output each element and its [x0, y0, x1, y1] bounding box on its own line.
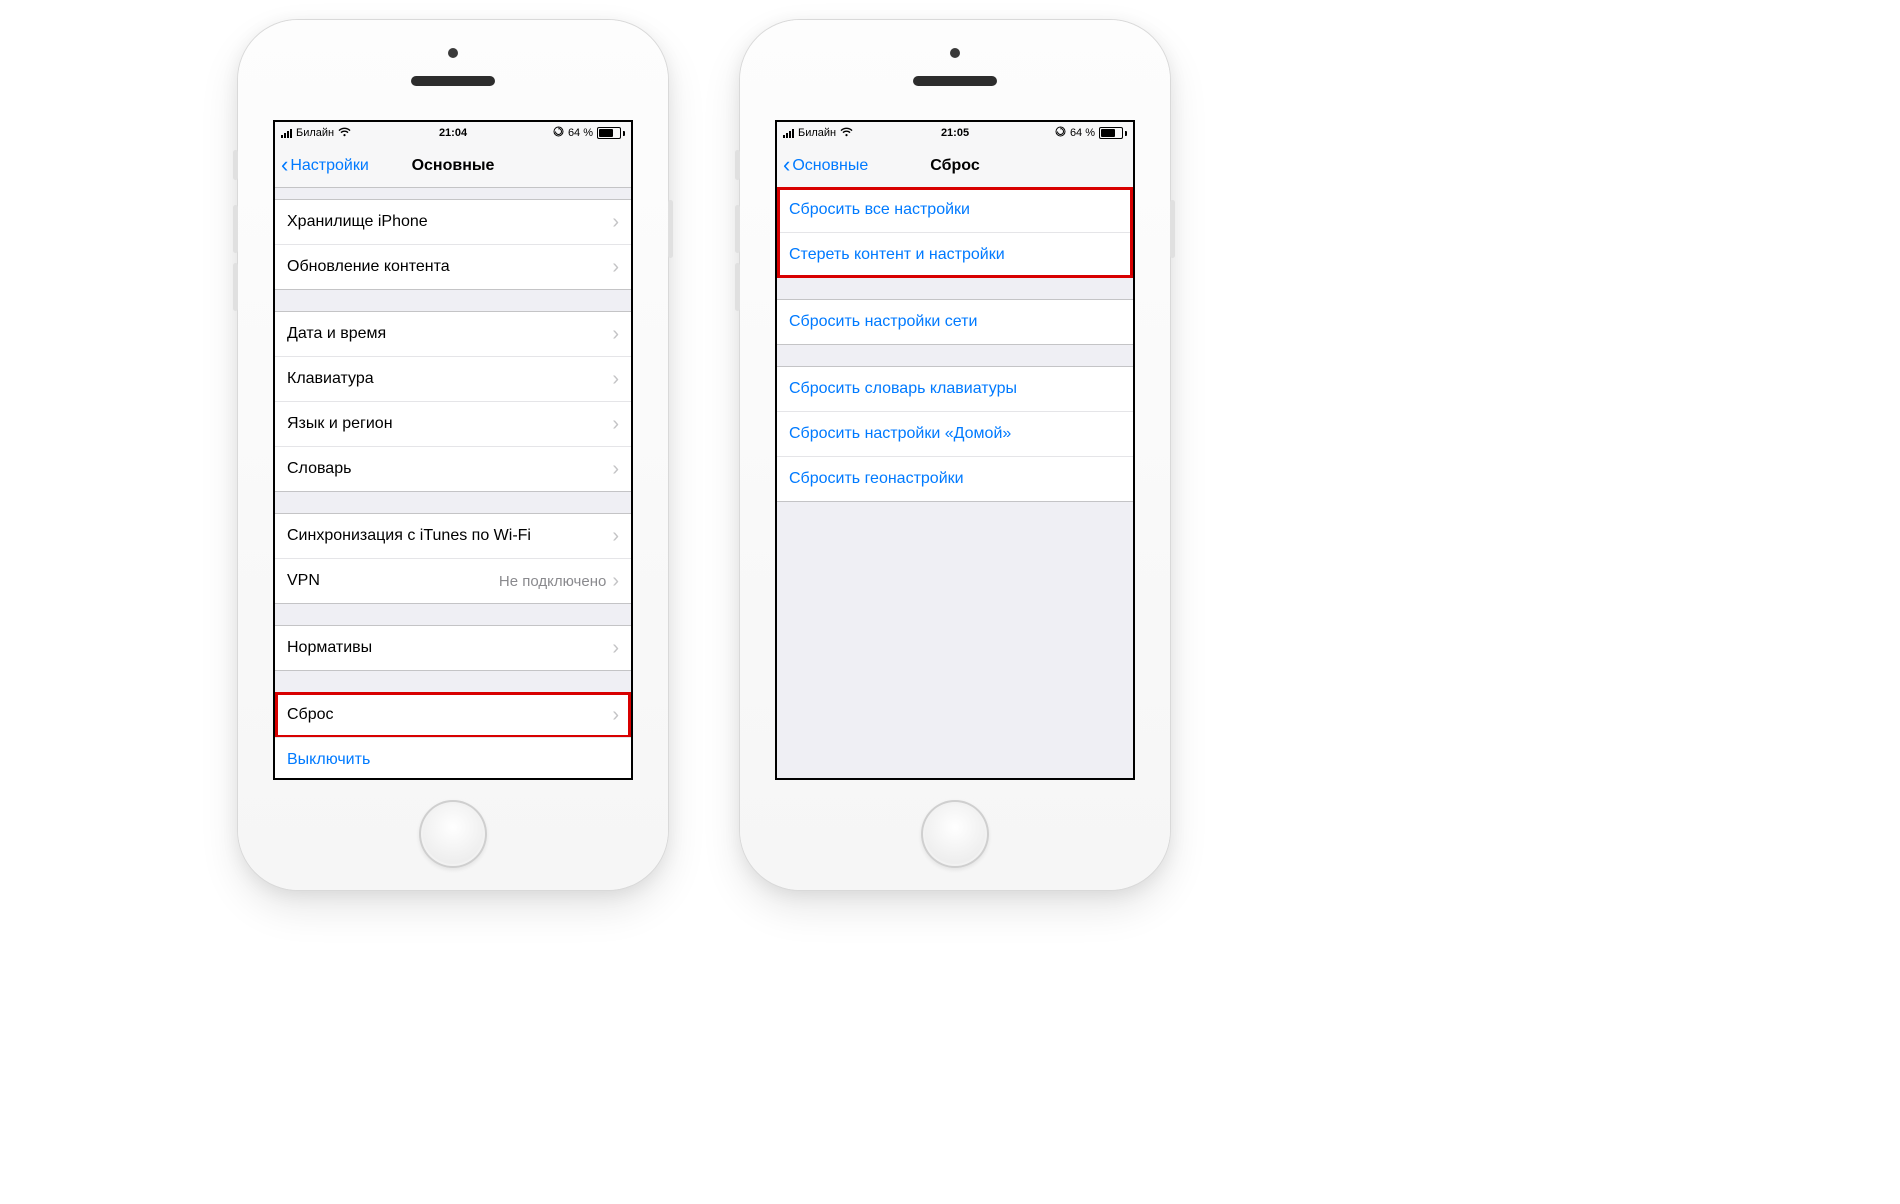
settings-row-label: Клавиатура: [287, 370, 612, 388]
chevron-right-icon: ›: [612, 526, 619, 546]
navbar-reset: ‹ Основные Сброс: [777, 144, 1133, 188]
battery-icon: [597, 127, 625, 139]
settings-row-клавиатура[interactable]: Клавиатура›: [275, 356, 631, 402]
status-bar: Билайн 21:04 64 %: [275, 122, 631, 144]
volume-up-button[interactable]: [233, 205, 238, 253]
status-bar: Билайн 21:05 64 %: [777, 122, 1133, 144]
settings-row-label: Сброс: [287, 706, 612, 724]
settings-row-выключить[interactable]: Выключить: [275, 737, 631, 780]
wifi-icon: [840, 127, 853, 140]
settings-group: Сбросить все настройки Стереть контент и …: [777, 187, 1133, 278]
screen-reset: Билайн 21:05 64 %: [775, 120, 1135, 780]
settings-group: Сброс› Выключить: [275, 692, 631, 780]
battery-icon: [1099, 127, 1127, 139]
chevron-right-icon: ›: [612, 257, 619, 277]
front-camera: [448, 48, 458, 58]
settings-row-label: Хранилище iPhone: [287, 213, 612, 231]
signal-icon: [281, 128, 292, 138]
settings-group: Нормативы›: [275, 625, 631, 671]
settings-row-label: Нормативы: [287, 639, 612, 657]
settings-row-label: Язык и регион: [287, 415, 612, 433]
volume-up-button[interactable]: [735, 205, 740, 253]
battery-percent: 64 %: [1070, 127, 1095, 139]
back-label: Основные: [792, 157, 868, 175]
back-button[interactable]: ‹ Настройки: [275, 156, 369, 176]
battery-percent: 64 %: [568, 127, 593, 139]
settings-row-сбросить-настройки-домой[interactable]: Сбросить настройки «Домой»: [777, 411, 1133, 457]
settings-group: Хранилище iPhone›Обновление контента›: [275, 199, 631, 290]
chevron-left-icon: ‹: [281, 154, 288, 176]
chevron-left-icon: ‹: [783, 154, 790, 176]
rotation-lock-icon: [553, 126, 564, 140]
phone-frame-right: Билайн 21:05 64 %: [740, 20, 1170, 890]
power-button[interactable]: [668, 200, 673, 258]
settings-row-label: Сбросить все настройки: [789, 201, 1121, 219]
settings-row-label: Сбросить словарь клавиатуры: [789, 380, 1121, 398]
settings-row-label: Обновление контента: [287, 258, 612, 276]
settings-row-сброс[interactable]: Сброс›: [275, 692, 631, 738]
settings-row-label: Выключить: [287, 751, 619, 769]
settings-row-label: Сбросить настройки сети: [789, 313, 1121, 331]
back-label: Настройки: [290, 157, 368, 175]
settings-row-сбросить-словарь-клавиатуры[interactable]: Сбросить словарь клавиатуры: [777, 366, 1133, 412]
wifi-icon: [338, 127, 351, 140]
settings-group: Дата и время›Клавиатура›Язык и регион›Сл…: [275, 311, 631, 492]
settings-row-сбросить-геонастройки[interactable]: Сбросить геонастройки: [777, 456, 1133, 502]
settings-row-vpn[interactable]: VPNНе подключено ›: [275, 558, 631, 604]
chevron-right-icon: ›: [612, 638, 619, 658]
settings-row-label: Словарь: [287, 460, 612, 478]
earpiece-speaker: [913, 76, 997, 86]
chevron-right-icon: ›: [612, 369, 619, 389]
settings-row-хранилище-iphone[interactable]: Хранилище iPhone›: [275, 199, 631, 245]
chevron-right-icon: ›: [612, 459, 619, 479]
settings-row-нормативы[interactable]: Нормативы›: [275, 625, 631, 671]
power-button[interactable]: [1170, 200, 1175, 258]
settings-row-сбросить-все-настройки[interactable]: Сбросить все настройки: [777, 187, 1133, 233]
settings-row-дата-и-время[interactable]: Дата и время›: [275, 311, 631, 357]
settings-group: Сбросить словарь клавиатуры Сбросить наст…: [777, 366, 1133, 502]
settings-list-general: Хранилище iPhone›Обновление контента›Дат…: [275, 199, 631, 780]
carrier-label: Билайн: [798, 127, 836, 139]
carrier-label: Билайн: [296, 127, 334, 139]
clock: 21:04: [439, 127, 467, 139]
signal-icon: [783, 128, 794, 138]
settings-row-value: Не подключено: [499, 573, 606, 590]
settings-row-label: Синхронизация с iTunes по Wi-Fi: [287, 527, 612, 545]
chevron-right-icon: ›: [612, 705, 619, 725]
settings-row-label: Сбросить геонастройки: [789, 470, 1121, 488]
front-camera: [950, 48, 960, 58]
volume-down-button[interactable]: [735, 263, 740, 311]
settings-row-сбросить-настройки-сети[interactable]: Сбросить настройки сети: [777, 299, 1133, 345]
mute-switch[interactable]: [233, 150, 238, 180]
settings-group: Сбросить настройки сети: [777, 299, 1133, 345]
home-button[interactable]: [921, 800, 989, 868]
settings-row-словарь[interactable]: Словарь›: [275, 446, 631, 492]
chevron-right-icon: ›: [612, 571, 619, 591]
screen-general: Билайн 21:04 64 %: [273, 120, 633, 780]
mute-switch[interactable]: [735, 150, 740, 180]
settings-row-стереть-контент-и-настройки[interactable]: Стереть контент и настройки: [777, 232, 1133, 278]
settings-row-label: VPN: [287, 572, 499, 590]
clock: 21:05: [941, 127, 969, 139]
settings-row-синхронизация-с-itunes-по-wi-fi[interactable]: Синхронизация с iTunes по Wi-Fi›: [275, 513, 631, 559]
back-button[interactable]: ‹ Основные: [777, 156, 868, 176]
settings-group: Синхронизация с iTunes по Wi-Fi›VPNНе по…: [275, 513, 631, 604]
settings-row-label: Дата и время: [287, 325, 612, 343]
phone-frame-left: Билайн 21:04 64 %: [238, 20, 668, 890]
settings-row-label: Стереть контент и настройки: [789, 246, 1121, 264]
chevron-right-icon: ›: [612, 212, 619, 232]
home-button[interactable]: [419, 800, 487, 868]
settings-list-reset: Сбросить все настройки Стереть контент и …: [777, 187, 1133, 502]
earpiece-speaker: [411, 76, 495, 86]
chevron-right-icon: ›: [612, 324, 619, 344]
settings-row-обновление-контента[interactable]: Обновление контента›: [275, 244, 631, 290]
settings-row-язык-и-регион[interactable]: Язык и регион›: [275, 401, 631, 447]
rotation-lock-icon: [1055, 126, 1066, 140]
navbar-general: ‹ Настройки Основные: [275, 144, 631, 188]
volume-down-button[interactable]: [233, 263, 238, 311]
settings-row-label: Сбросить настройки «Домой»: [789, 425, 1121, 443]
chevron-right-icon: ›: [612, 414, 619, 434]
